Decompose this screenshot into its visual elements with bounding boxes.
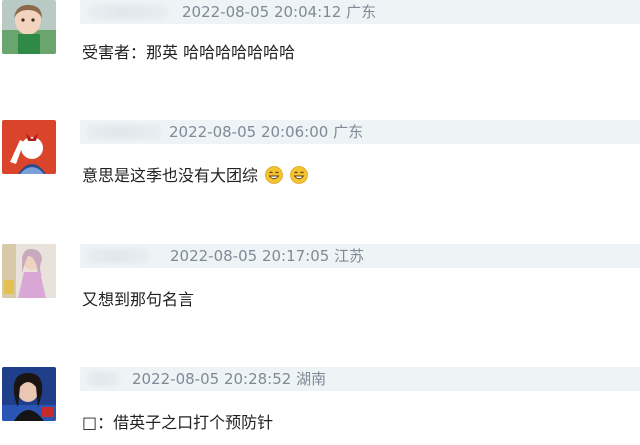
comment-item: 2022-08-05 20:06:00 广东 意思是这季也没有大团综 <box>0 120 640 235</box>
avatar-photo-icon <box>2 0 56 54</box>
avatar[interactable] <box>2 367 56 421</box>
grin-emoji-icon <box>265 166 284 184</box>
comment-feed: 2022-08-05 20:04:12 广东 受害者：那英 哈哈哈哈哈哈哈 20… <box>0 0 640 445</box>
avatar[interactable] <box>2 120 56 174</box>
avatar[interactable] <box>2 244 56 298</box>
avatar-photo-icon <box>2 367 56 421</box>
comment-meta-bar: 2022-08-05 20:04:12 广东 <box>80 0 640 24</box>
comment-text-body: 意思是这季也没有大团综 <box>82 166 259 185</box>
comment-item: 2022-08-05 20:28:52 湖南 □：借英子之口打个预防针 <box>0 367 640 445</box>
username-redacted[interactable] <box>86 372 120 386</box>
avatar-cartoon-icon <box>2 120 56 174</box>
avatar[interactable] <box>2 0 56 54</box>
comment-timestamp-location: 2022-08-05 20:04:12 广东 <box>182 3 377 21</box>
comment-text: □：借英子之口打个预防针 <box>82 413 274 432</box>
comment-meta-bar: 2022-08-05 20:28:52 湖南 <box>80 367 640 391</box>
username-redacted[interactable] <box>88 5 168 19</box>
comment-timestamp-location: 2022-08-05 20:28:52 湖南 <box>132 370 327 388</box>
comment-item: 2022-08-05 20:17:05 江苏 又想到那句名言 <box>0 244 640 359</box>
comment-text: 受害者：那英 哈哈哈哈哈哈哈 <box>82 43 296 62</box>
comment-timestamp-location: 2022-08-05 20:17:05 江苏 <box>170 247 365 265</box>
username-redacted[interactable] <box>86 125 162 139</box>
avatar-photo-icon <box>2 244 56 298</box>
username-redacted[interactable] <box>86 249 150 263</box>
comment-text: 意思是这季也没有大团综 <box>82 165 309 187</box>
comment-text: 又想到那句名言 <box>82 290 195 309</box>
comment-timestamp-location: 2022-08-05 20:06:00 广东 <box>169 123 364 141</box>
comment-item: 2022-08-05 20:04:12 广东 受害者：那英 哈哈哈哈哈哈哈 <box>0 0 640 110</box>
grin-emoji-icon <box>290 166 309 184</box>
comment-meta-bar: 2022-08-05 20:06:00 广东 <box>80 120 640 144</box>
comment-meta-bar: 2022-08-05 20:17:05 江苏 <box>80 244 640 268</box>
